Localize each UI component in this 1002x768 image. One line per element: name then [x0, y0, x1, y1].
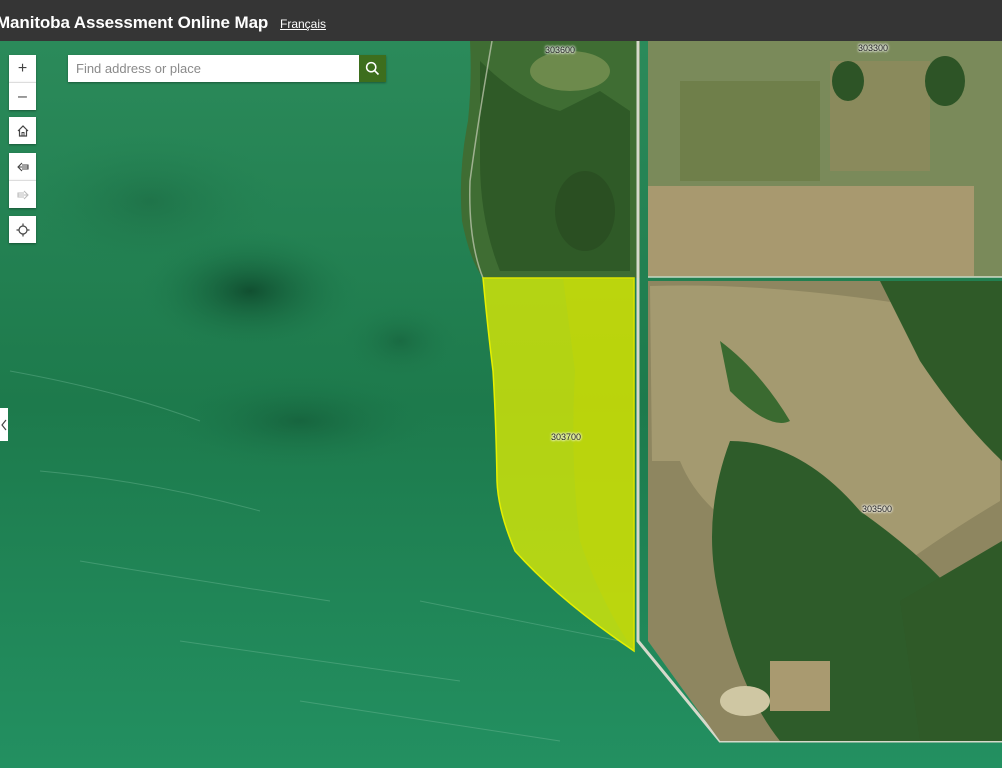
- satellite-imagery: [0, 41, 1002, 768]
- arrow-left-icon: [16, 162, 29, 171]
- search-widget: [68, 55, 386, 82]
- language-toggle-link[interactable]: Français: [280, 17, 326, 31]
- crosshair-icon: [16, 223, 29, 236]
- parcel-label: 303600: [545, 45, 576, 55]
- parcel-label: 303500: [862, 504, 893, 514]
- app-header: Manitoba Assessment Online Map Français: [0, 0, 1002, 41]
- zoom-in-button[interactable]: +: [9, 55, 36, 82]
- panel-collapse-tab[interactable]: [0, 408, 8, 441]
- zoom-out-button[interactable]: –: [9, 82, 36, 110]
- chevron-left-icon: [1, 419, 7, 430]
- search-button[interactable]: [359, 55, 386, 82]
- previous-extent-button[interactable]: [9, 153, 36, 180]
- parcel-label: 303300: [858, 43, 889, 53]
- home-icon: [17, 124, 28, 137]
- home-button[interactable]: [9, 117, 36, 144]
- next-extent-button[interactable]: [9, 180, 36, 208]
- search-icon: [365, 61, 380, 76]
- search-input[interactable]: [68, 55, 359, 82]
- map-view[interactable]: 303600 303300 303700 303500: [0, 41, 1002, 768]
- arrow-right-icon: [16, 190, 29, 199]
- locate-button[interactable]: [9, 216, 36, 243]
- app-title: Manitoba Assessment Online Map: [0, 13, 269, 32]
- parcel-label: 303700: [551, 432, 582, 442]
